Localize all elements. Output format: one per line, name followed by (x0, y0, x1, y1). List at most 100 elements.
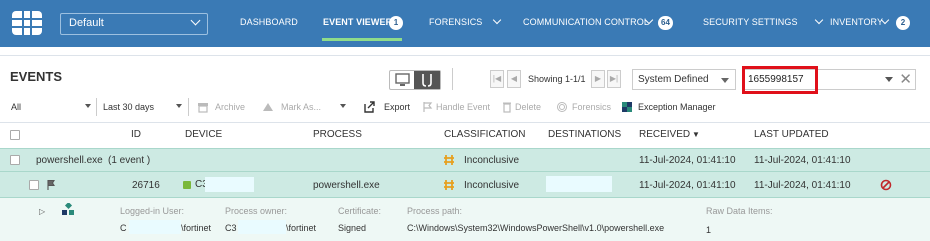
event-group-row[interactable]: powershell.exe (1 event ) Inconclusive 1… (0, 148, 930, 172)
redacted-owner (238, 220, 286, 234)
tenant-select[interactable]: Default (60, 13, 208, 35)
period-select[interactable]: Last 30 days (103, 102, 154, 112)
column-header-process[interactable]: PROCESS (313, 129, 362, 140)
archive-icon (198, 103, 208, 113)
toolbar-divider (96, 98, 97, 116)
view-toggle (389, 70, 441, 90)
group-classification: Inconclusive (464, 155, 520, 166)
previous-page-button[interactable]: ◀ (507, 70, 521, 88)
block-icon[interactable] (880, 179, 892, 191)
export-icon (364, 101, 375, 113)
communication-control-count-badge: 64 (658, 16, 673, 30)
column-header-device[interactable]: DEVICE (185, 129, 222, 140)
top-navigation-bar: Default DASHBOARD EVENT VIEWER 1 FORENSI… (0, 0, 930, 47)
chevron-down-icon (190, 15, 201, 26)
tenant-select-value: Default (69, 17, 104, 29)
flag-icon (423, 102, 433, 112)
nav-security-settings[interactable]: SECURITY SETTINGS (703, 17, 798, 27)
clear-search-icon[interactable]: ✕ (899, 71, 912, 88)
inventory-count-badge: 2 (896, 16, 910, 30)
flag-icon[interactable] (46, 179, 56, 191)
trash-icon (503, 102, 511, 113)
process-tree-view-button[interactable] (414, 71, 440, 89)
select-all-checkbox[interactable] (10, 130, 20, 140)
export-button[interactable]: Export (384, 102, 410, 112)
monitor-icon (395, 73, 410, 86)
last-page-button[interactable]: ▶| (607, 70, 621, 88)
filter-preset-value: System Defined (638, 74, 709, 85)
table-row[interactable]: 26716 C3 powershell.exe Inconclusive 11-… (0, 172, 930, 198)
group-last-updated: 11-Jul-2024, 01:41:10 (754, 155, 851, 166)
pagination-status: Showing 1-1/1 (528, 74, 586, 84)
fortinet-logo-icon[interactable] (12, 11, 42, 35)
monitor-view-button[interactable] (390, 71, 415, 89)
nav-communication-control[interactable]: COMMUNICATION CONTROL (523, 17, 649, 27)
group-event-count: (1 event ) (108, 155, 151, 166)
raw-data-items-label: Raw Data Items: (706, 206, 773, 216)
scope-select[interactable]: All (11, 102, 21, 112)
column-header-received[interactable]: RECEIVED (639, 129, 690, 140)
process-owner-domain: \fortinet (286, 223, 317, 233)
column-header-classification[interactable]: CLASSIFICATION (444, 129, 526, 140)
handle-event-button[interactable]: Handle Event (436, 102, 490, 112)
process-path-value: C:\Windows\System32\WindowsPowerShell\v1… (407, 223, 665, 233)
process-name: powershell.exe (313, 180, 380, 191)
fingerprint-icon (557, 102, 567, 112)
dropdown-arrow-icon (340, 104, 346, 108)
delete-button[interactable]: Delete (515, 102, 541, 112)
classification: Inconclusive (464, 180, 520, 191)
column-header-destinations[interactable]: DESTINATIONS (548, 129, 621, 140)
mark-as-button[interactable]: Mark As... (281, 102, 321, 112)
inconclusive-classification-icon (444, 155, 454, 165)
dropdown-arrow-icon (721, 78, 729, 83)
last-updated-time: 11-Jul-2024, 01:41:10 (754, 180, 851, 191)
exception-manager-button[interactable]: Exception Manager (638, 102, 716, 112)
first-page-button[interactable]: |◀ (490, 70, 504, 88)
next-page-button[interactable]: ▶ (591, 70, 605, 88)
inconclusive-classification-icon (444, 180, 454, 190)
column-header-last-updated[interactable]: LAST UPDATED (754, 129, 829, 140)
redacted-device-name (205, 177, 254, 192)
nav-forensics[interactable]: FORENSICS (429, 17, 482, 27)
logged-in-user-value-prefix: C (120, 223, 127, 233)
chevron-down-icon (814, 15, 824, 25)
certificate-label: Certificate: (338, 206, 382, 216)
dropdown-arrow-icon (85, 104, 91, 108)
nav-dashboard[interactable]: DASHBOARD (240, 17, 298, 27)
search-options-arrow-icon[interactable] (885, 77, 893, 82)
certificate-value: Signed (338, 223, 367, 233)
event-id: 26716 (132, 180, 160, 191)
raw-data-items-value[interactable]: 1 (706, 225, 711, 235)
logged-in-user-domain: \fortinet (181, 223, 212, 233)
redacted-destinations (546, 176, 612, 192)
process-type-icon (62, 203, 74, 215)
group-checkbox[interactable] (10, 155, 20, 165)
toolbar-divider (188, 98, 189, 116)
expand-arrow-icon[interactable]: ▷ (39, 207, 45, 216)
mark-as-icon (263, 103, 273, 111)
process-tree-icon (422, 74, 432, 87)
archive-button[interactable]: Archive (215, 102, 245, 112)
divider (0, 122, 930, 123)
exception-manager-icon (622, 102, 632, 112)
filter-preset-select[interactable]: System Defined (632, 69, 736, 90)
column-header-id[interactable]: ID (131, 129, 141, 140)
active-tab-indicator (322, 38, 402, 41)
panel-top-border (0, 55, 930, 56)
received-time: 11-Jul-2024, 01:41:10 (639, 180, 736, 191)
redacted-user (129, 220, 181, 234)
process-owner-value-prefix: C3 (225, 223, 237, 233)
highlight-annotation (742, 66, 818, 94)
page-title: EVENTS (10, 69, 63, 84)
group-process-name: powershell.exe (36, 155, 103, 166)
row-checkbox[interactable] (29, 180, 39, 190)
sort-descending-icon: ▼ (692, 130, 700, 139)
device-status-icon (183, 181, 191, 189)
nav-inventory[interactable]: INVENTORY (830, 17, 883, 27)
chevron-down-icon (492, 15, 502, 25)
forensics-button[interactable]: Forensics (572, 102, 611, 112)
process-path-label: Process path: (407, 206, 463, 216)
process-owner-label: Process owner: (225, 206, 288, 216)
nav-event-viewer[interactable]: EVENT VIEWER (323, 17, 392, 27)
dropdown-arrow-icon (176, 104, 182, 108)
